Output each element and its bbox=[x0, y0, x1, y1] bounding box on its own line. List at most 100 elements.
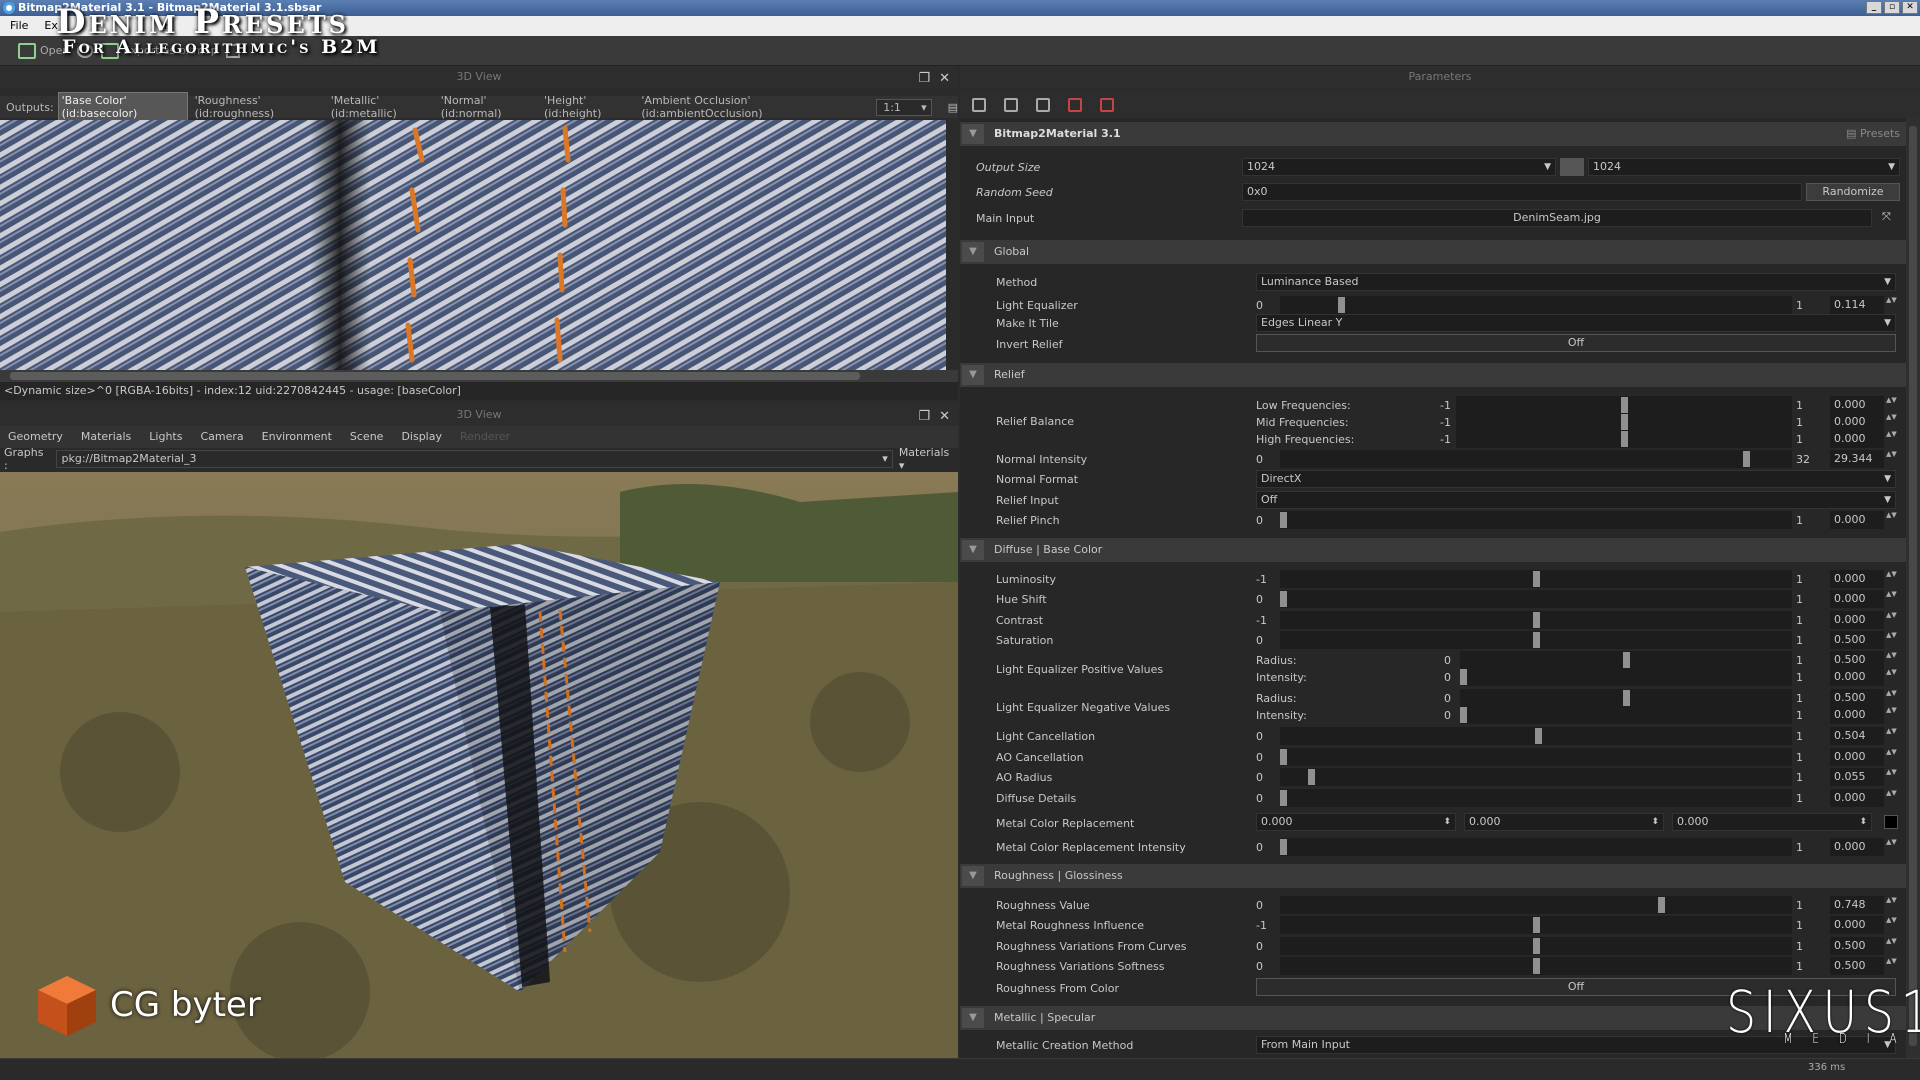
slider-handle[interactable] bbox=[1658, 897, 1665, 913]
clear-input-icon[interactable]: ⤧ bbox=[1882, 210, 1891, 224]
collapse-chevron-icon[interactable]: ▼ bbox=[962, 866, 984, 886]
slider-handle[interactable] bbox=[1280, 839, 1287, 855]
spin-arrows-icon[interactable]: ▲▼ bbox=[1886, 570, 1897, 588]
output-size-width-select[interactable]: 1024 ▼ bbox=[1242, 158, 1556, 176]
menu-geometry[interactable]: Geometry bbox=[8, 426, 63, 448]
section-relief[interactable]: ▼ Relief bbox=[960, 363, 1906, 387]
presets-button[interactable]: ▤ Presets bbox=[1846, 122, 1900, 146]
slider-value[interactable]: 0.500 bbox=[1830, 957, 1884, 975]
spin-arrows-icon[interactable]: ▲▼ bbox=[1886, 727, 1897, 745]
section-roughness[interactable]: ▼ Roughness | Glossiness bbox=[960, 864, 1906, 888]
collapse-chevron-icon[interactable]: ▼ bbox=[962, 365, 984, 385]
output-tab-ao[interactable]: 'Ambient Occlusion' (id:ambientOcclusion… bbox=[638, 93, 842, 121]
section-diffuse[interactable]: ▼ Diffuse | Base Color bbox=[960, 538, 1906, 562]
menu-lights[interactable]: Lights bbox=[149, 426, 182, 448]
section-bitmap2material[interactable]: ▼ Bitmap2Material 3.1 ▤ Presets bbox=[960, 122, 1906, 146]
menu-file[interactable]: File bbox=[10, 16, 28, 36]
print-icon[interactable] bbox=[1004, 98, 1018, 112]
slider-value[interactable]: 0.114 bbox=[1830, 296, 1884, 314]
zoom-ratio-select[interactable]: 1:1 ▾ bbox=[876, 98, 932, 116]
slider-handle[interactable] bbox=[1533, 938, 1540, 954]
slider-value[interactable]: 0.000 bbox=[1830, 748, 1884, 766]
slider-track[interactable] bbox=[1456, 430, 1792, 448]
materials-select[interactable]: Materials ▾ bbox=[899, 446, 958, 472]
slider-track[interactable] bbox=[1460, 651, 1792, 669]
menu-camera[interactable]: Camera bbox=[200, 426, 243, 448]
reload-icon[interactable] bbox=[77, 43, 94, 58]
slider-track[interactable] bbox=[1280, 937, 1792, 955]
spin-arrows-icon[interactable]: ▲▼ bbox=[1886, 511, 1897, 529]
slider-value[interactable]: 0.000 bbox=[1830, 611, 1884, 629]
link-size-toggle[interactable] bbox=[1560, 158, 1584, 176]
metal-color-b-input[interactable]: 0.000 ⬍ bbox=[1672, 813, 1872, 831]
spin-arrows-icon[interactable]: ▲▼ bbox=[1886, 838, 1897, 856]
slider-value[interactable]: 0.000 bbox=[1830, 590, 1884, 608]
slider-track[interactable] bbox=[1280, 631, 1792, 649]
menu-display[interactable]: Display bbox=[401, 426, 442, 448]
spin-arrows-icon[interactable]: ▲▼ bbox=[1886, 789, 1897, 807]
output-tab-roughness[interactable]: 'Roughness' (id:roughness) bbox=[192, 93, 324, 121]
scroll-thumb[interactable] bbox=[1909, 126, 1917, 1046]
slider-track[interactable] bbox=[1456, 396, 1792, 414]
menu-edit[interactable]: Ex bbox=[44, 16, 57, 36]
slider-value[interactable]: 0.748 bbox=[1830, 896, 1884, 914]
output-tab-normal[interactable]: 'Normal' (id:normal) bbox=[438, 93, 537, 121]
slider-track[interactable] bbox=[1460, 668, 1792, 686]
output-tab-height[interactable]: 'Height' (id:height) bbox=[541, 93, 634, 121]
slider-value[interactable]: 0.000 bbox=[1830, 396, 1884, 414]
output-tab-metallic[interactable]: 'Metallic' (id:metallic) bbox=[328, 93, 434, 121]
slider-handle[interactable] bbox=[1533, 632, 1540, 648]
maximize-button[interactable]: ▫ bbox=[1884, 1, 1900, 14]
graph-select[interactable]: pkg://Bitmap2Material_3 ▾ bbox=[56, 450, 893, 468]
menu-renderer[interactable]: Renderer bbox=[460, 426, 510, 448]
spin-arrows-icon[interactable]: ▲▼ bbox=[1886, 957, 1897, 975]
slider-value[interactable]: 0.000 bbox=[1830, 789, 1884, 807]
slider-handle[interactable] bbox=[1460, 669, 1467, 685]
spin-arrows-icon[interactable]: ▲▼ bbox=[1886, 396, 1897, 414]
slider-track[interactable] bbox=[1456, 413, 1792, 431]
spin-arrows-icon[interactable]: ▲▼ bbox=[1886, 706, 1897, 724]
slider-handle[interactable] bbox=[1623, 690, 1630, 706]
open-button[interactable]: Open bbox=[18, 42, 69, 59]
minimize-button[interactable]: _ bbox=[1866, 1, 1882, 14]
slider-track[interactable] bbox=[1280, 570, 1792, 588]
slider-value[interactable]: 0.504 bbox=[1830, 727, 1884, 745]
spin-arrows-icon[interactable]: ▲▼ bbox=[1886, 748, 1897, 766]
viewport-3d[interactable] bbox=[0, 472, 958, 1058]
slider-handle[interactable] bbox=[1308, 769, 1315, 785]
spin-arrows-icon[interactable]: ▲▼ bbox=[1886, 430, 1897, 448]
randomize-button[interactable]: Randomize bbox=[1806, 183, 1900, 201]
menu-scene[interactable]: Scene bbox=[350, 426, 384, 448]
slider-handle[interactable] bbox=[1280, 512, 1287, 528]
make-it-tile-select[interactable]: Edges Linear Y ▼ bbox=[1256, 314, 1896, 332]
slider-handle[interactable] bbox=[1280, 790, 1287, 806]
float-panel-icon[interactable]: ❐ bbox=[918, 406, 930, 428]
spin-arrows-icon[interactable]: ▲▼ bbox=[1886, 450, 1897, 468]
close-window-button[interactable]: ✕ bbox=[1902, 1, 1918, 14]
menu-environment[interactable]: Environment bbox=[262, 426, 332, 448]
refresh-icon[interactable] bbox=[1100, 98, 1114, 112]
slider-track[interactable] bbox=[1280, 727, 1792, 745]
slider-value[interactable]: 0.500 bbox=[1830, 631, 1884, 649]
slider-handle[interactable] bbox=[1621, 397, 1628, 413]
slider-track[interactable] bbox=[1280, 511, 1792, 529]
invert-relief-toggle[interactable]: Off bbox=[1256, 334, 1896, 352]
slider-track[interactable] bbox=[1280, 590, 1792, 608]
slider-track[interactable] bbox=[1280, 957, 1792, 975]
hscroll-thumb[interactable] bbox=[10, 372, 860, 380]
slider-value[interactable]: 0.000 bbox=[1830, 570, 1884, 588]
slider-handle[interactable] bbox=[1280, 591, 1287, 607]
spin-arrows-icon[interactable]: ▲▼ bbox=[1886, 937, 1897, 955]
slider-handle[interactable] bbox=[1743, 451, 1750, 467]
slider-track[interactable] bbox=[1280, 296, 1792, 314]
spin-arrows-icon[interactable]: ▲▼ bbox=[1886, 590, 1897, 608]
close-panel-icon[interactable]: ✕ bbox=[939, 406, 950, 428]
texture-hscrollbar[interactable] bbox=[0, 370, 958, 382]
spin-arrows-icon[interactable]: ▲▼ bbox=[1886, 896, 1897, 914]
slider-value[interactable]: 0.000 bbox=[1830, 413, 1884, 431]
slider-value[interactable]: 0.500 bbox=[1830, 651, 1884, 669]
float-panel-icon[interactable]: ❐ bbox=[918, 68, 930, 90]
normal-format-select[interactable]: DirectX ▼ bbox=[1256, 470, 1896, 488]
slider-value[interactable]: 0.500 bbox=[1830, 689, 1884, 707]
collapse-chevron-icon[interactable]: ▼ bbox=[962, 540, 984, 560]
